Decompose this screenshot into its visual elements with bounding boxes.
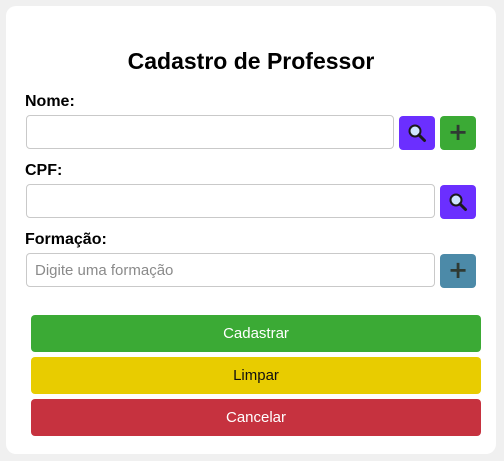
cpf-label: CPF: [25, 162, 63, 179]
formacao-input[interactable] [26, 253, 435, 287]
cadastrar-button[interactable]: Cadastrar [31, 315, 481, 352]
cpf-input[interactable] [26, 184, 435, 218]
plus-icon: + [447, 118, 469, 146]
nome-search-button[interactable] [399, 116, 435, 150]
cancelar-button[interactable]: Cancelar [31, 399, 481, 436]
cpf-search-button[interactable] [440, 185, 476, 219]
magnifier-icon [408, 124, 426, 142]
form-card: Cadastro de Professor Nome: + CPF: Forma… [6, 6, 496, 454]
page-title: Cadastro de Professor [127, 48, 375, 74]
magnifier-icon [449, 193, 467, 211]
nome-label: Nome: [25, 93, 75, 110]
formacao-label: Formação: [25, 231, 107, 248]
plus-icon: + [447, 256, 469, 284]
nome-input[interactable] [26, 115, 394, 149]
limpar-button[interactable]: Limpar [31, 357, 481, 394]
formacao-add-button[interactable]: + [440, 254, 476, 288]
nome-add-button[interactable]: + [440, 116, 476, 150]
